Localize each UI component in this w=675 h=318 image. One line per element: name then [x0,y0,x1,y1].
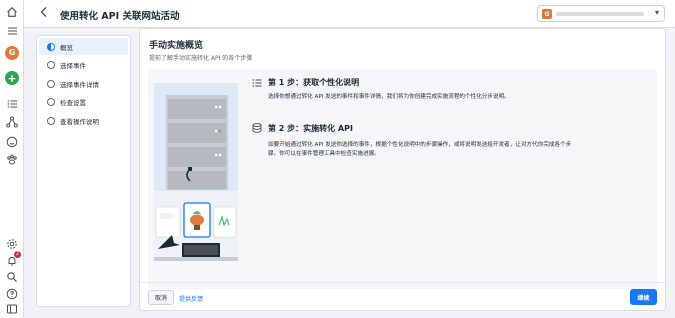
steps-overview-box: 第 1 步：获取个性化说明 选择你想通过转化 API 发送的事件和事件详情，我们… [148,69,657,289]
page-title: 使用转化 API 关联网站活动 [60,11,180,22]
chevron-down-icon: ▾ [654,8,659,17]
menu-icon[interactable] [5,24,19,38]
list-icon [252,79,262,87]
step-view-instructions[interactable]: 查看操作说明 [39,112,128,129]
network-icon[interactable] [5,115,19,129]
smile-icon[interactable] [5,135,19,149]
left-rail: G + 2 [0,0,24,318]
settings-icon[interactable] [5,237,19,251]
step-status-icon [47,116,55,125]
step-select-events[interactable]: 选择事件 [39,57,128,74]
account-name-redacted [556,12,644,16]
section-subtitle: 提前了解手动实施转化 API 的各个步骤 [149,55,253,62]
step-status-icon [47,61,55,69]
server-illustration [154,83,238,261]
cancel-button[interactable]: 取消 [148,290,174,305]
step2-text: 如要开始通过转化 API 发送你选择的事件，根据个性化说明中的步骤操作，或将说明… [268,142,572,157]
account-selector[interactable]: G ▾ [537,5,665,22]
back-icon[interactable] [39,6,49,21]
database-icon [252,123,262,133]
footer-divider [140,282,665,283]
step-label: 检查设置 [60,99,86,107]
step-status-icon [47,98,55,106]
step1-text: 选择你想通过转化 API 发送的事件和事件详情，我们将为你创建完成实施流程的个性… [268,94,510,100]
step2-title: 第 2 步：实施转化 API [268,124,353,133]
main-card: 手动实施概览 提前了解手动实施转化 API 的各个步骤 第 1 步：获取个性化说… [139,28,666,311]
feedback-link[interactable]: 提供反馈 [179,294,203,303]
step1-title: 第 1 步：获取个性化说明 [268,78,360,87]
search-icon[interactable] [5,270,19,284]
steps-panel: 概览 选择事件 选择事件详情 检查设置 查看操作说明 [36,35,131,307]
account-badge: G [542,9,552,19]
step-status-icon [47,42,55,51]
step-review-setup[interactable]: 检查设置 [39,94,128,111]
step-label: 选择事件 [60,62,86,70]
help-icon[interactable] [5,287,19,301]
home-icon[interactable] [5,5,19,19]
paw-icon[interactable] [5,153,19,167]
add-icon[interactable]: + [5,71,19,85]
section-title: 手动实施概览 [149,41,204,51]
notification-badge: 2 [14,251,21,258]
avatar[interactable]: G [5,46,19,60]
step-label: 查看操作说明 [60,117,99,126]
panel-icon[interactable] [5,302,19,316]
step-event-details[interactable]: 选择事件详情 [39,75,128,92]
notifications-icon[interactable]: 2 [5,251,21,268]
step-overview[interactable]: 概览 [39,38,128,55]
continue-button[interactable]: 继续 [630,289,657,305]
step-label: 选择事件详情 [60,80,99,89]
step-status-icon [47,79,55,88]
header: 使用转化 API 关联网站活动 G ▾ [24,0,675,28]
list-icon[interactable] [5,97,19,111]
step-label: 概览 [60,43,73,52]
